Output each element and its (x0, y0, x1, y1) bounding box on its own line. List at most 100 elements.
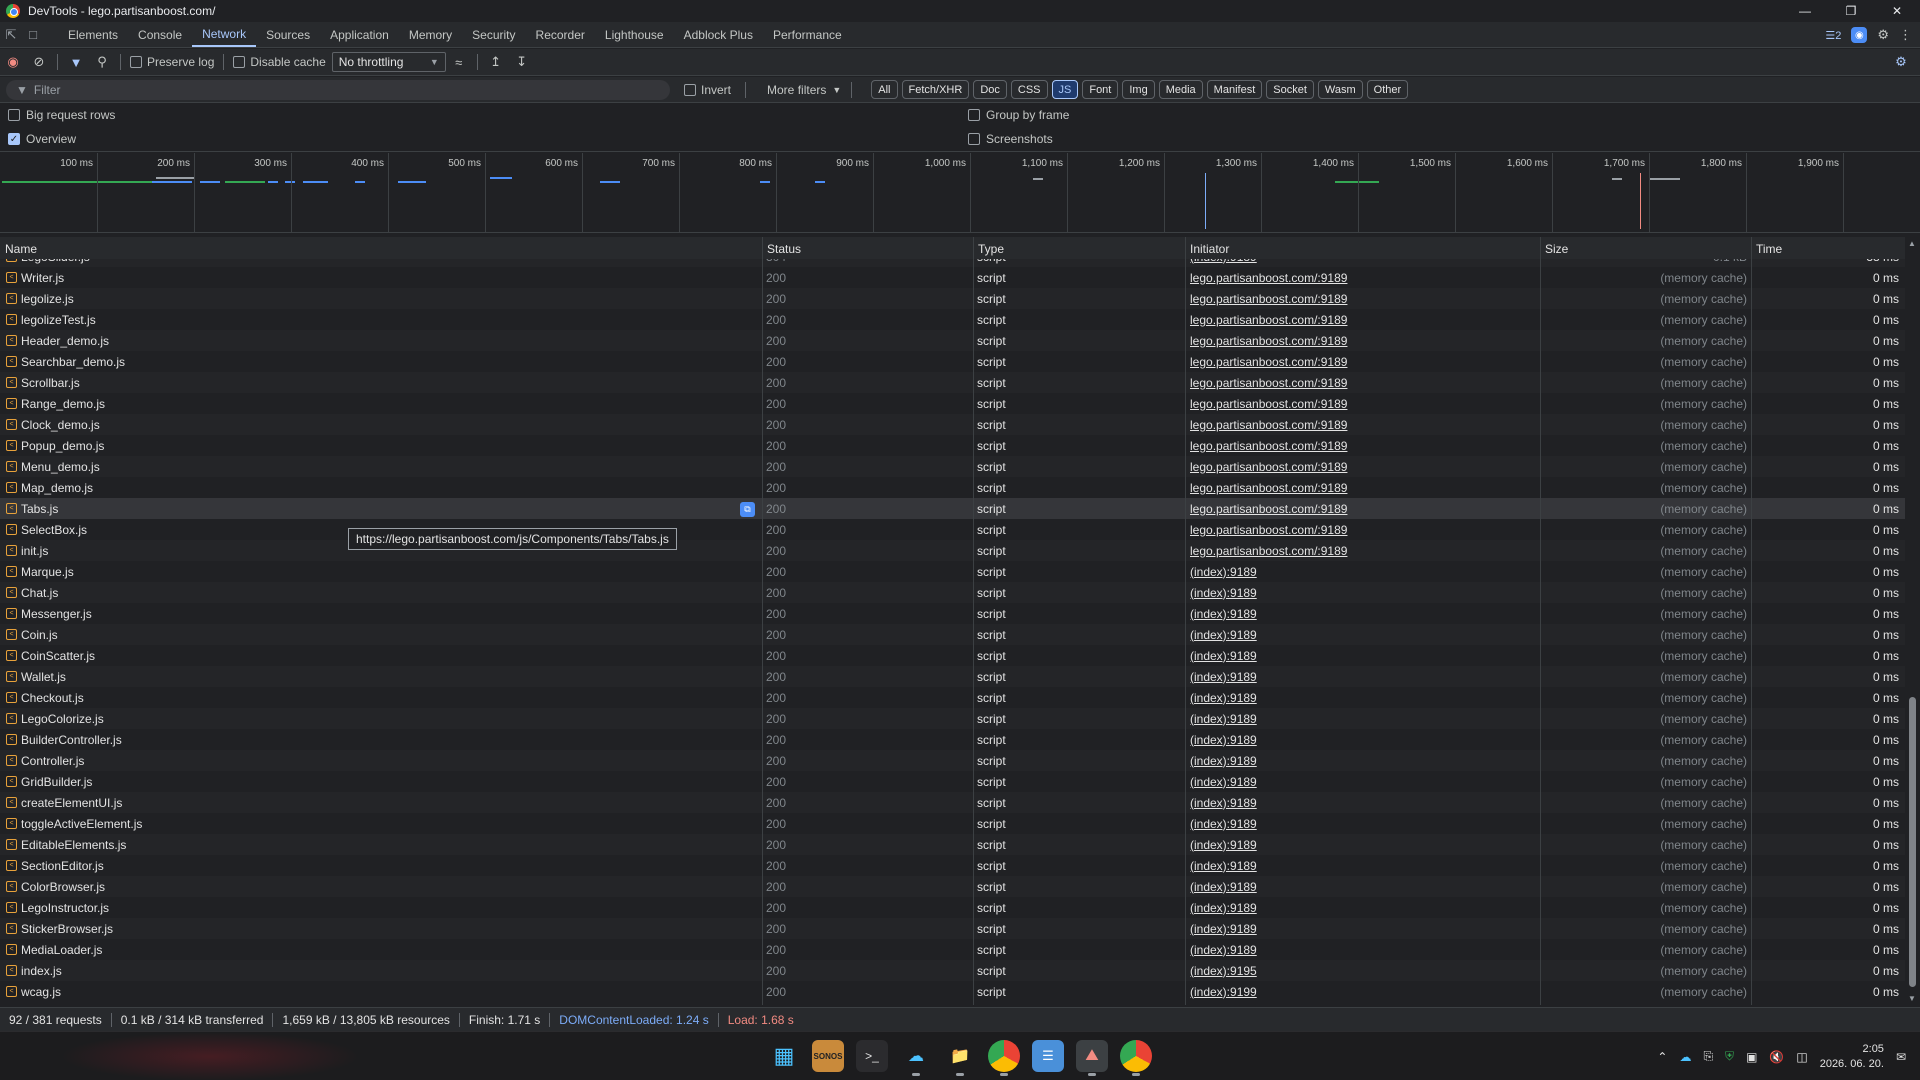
table-row[interactable]: < Messenger.js 200 script (index):9189 (memor… (0, 603, 1905, 624)
screenshots-checkbox[interactable]: Screenshots (968, 132, 1053, 146)
sonos-app-icon[interactable]: SONOS (812, 1040, 844, 1072)
request-initiator[interactable]: (index):9189 (1185, 624, 1540, 645)
overview-box[interactable]: ✓ (8, 133, 20, 145)
chip-all[interactable]: All (871, 80, 898, 99)
chip-css[interactable]: CSS (1010, 80, 1048, 99)
request-name-cell[interactable]: < MediaLoader.js (0, 939, 762, 960)
request-initiator[interactable]: (index):9189 (1185, 561, 1540, 582)
request-initiator[interactable]: (index):9189 (1185, 813, 1540, 834)
system-clock[interactable]: 2:05 2026. 06. 20. (1820, 1042, 1884, 1072)
filter-input[interactable]: ▼ Filter (6, 79, 670, 100)
network-settings-icon[interactable]: ⚙ (1888, 49, 1914, 76)
chrome-icon[interactable] (988, 1040, 1020, 1076)
table-row[interactable]: < MediaLoader.js 200 script (index):9189 (mem… (0, 939, 1905, 960)
chip-font[interactable]: Font (1082, 80, 1119, 99)
preserve-log-checkbox[interactable]: Preserve log (130, 55, 214, 69)
request-name-cell[interactable]: < LegoSlider.js (0, 259, 762, 267)
network-icon[interactable]: ▣ (1746, 1050, 1757, 1064)
table-row[interactable]: < Writer.js 200 script lego.partisanboost.co… (0, 267, 1905, 288)
request-name-cell[interactable]: < StickerBrowser.js (0, 918, 762, 939)
request-initiator[interactable]: (index):9189 (1185, 771, 1540, 792)
table-row[interactable]: < Header_demo.js 200 script lego.partisanboo… (0, 330, 1905, 351)
network-conditions-icon[interactable]: ≈ (446, 49, 472, 76)
request-initiator[interactable]: lego.partisanboost.com/:9189 (1185, 456, 1540, 477)
tab-security[interactable]: Security (462, 22, 525, 47)
request-name-cell[interactable]: < createElementUI.js (0, 792, 762, 813)
table-row[interactable]: < toggleActiveElement.js 200 script (index):… (0, 813, 1905, 834)
request-name-cell[interactable]: < CoinScatter.js (0, 645, 762, 666)
request-initiator[interactable]: lego.partisanboost.com/:9189 (1185, 540, 1540, 561)
table-row[interactable]: < LegoInstructor.js 200 script (index):9189 (… (0, 897, 1905, 918)
maximize-icon[interactable]: ❐ (1828, 0, 1874, 22)
chip-wasm[interactable]: Wasm (1317, 80, 1363, 99)
table-row[interactable]: < init.js 200 script lego.partisanboost.com/… (0, 540, 1905, 561)
big-request-rows-box[interactable] (8, 109, 20, 121)
table-row[interactable]: < Scrollbar.js 200 script lego.partisanboost… (0, 372, 1905, 393)
battery-icon[interactable]: ◫ (1796, 1050, 1807, 1064)
column-header-size[interactable]: Size (1540, 237, 1751, 260)
request-name-cell[interactable]: < Clock_demo.js (0, 414, 762, 435)
request-name-cell[interactable]: < toggleActiveElement.js (0, 813, 762, 834)
table-row[interactable]: < Marque.js 200 script (index):9189 (memory c… (0, 561, 1905, 582)
open-in-sources-icon[interactable]: ⧉ (740, 502, 755, 517)
notifications-icon[interactable]: ✉ (1896, 1050, 1906, 1064)
request-name-cell[interactable]: < Map_demo.js (0, 477, 762, 498)
table-row[interactable]: < GridBuilder.js 200 script (index):9189 (mem… (0, 771, 1905, 792)
disable-cache-box[interactable] (233, 56, 246, 68)
request-initiator[interactable]: lego.partisanboost.com/:9189 (1185, 330, 1540, 351)
start-menu-icon[interactable]: ▦ (768, 1040, 800, 1072)
chrome-devtools-icon[interactable] (1120, 1040, 1152, 1076)
request-initiator[interactable]: (index):9189 (1185, 645, 1540, 666)
record-icon[interactable]: ◉ (0, 49, 26, 76)
clear-icon[interactable]: ⊘ (26, 49, 52, 76)
table-row[interactable]: < Controller.js 200 script (index):9189 (memo… (0, 750, 1905, 771)
usb-icon[interactable]: ⎘ (1703, 1049, 1713, 1064)
tab-application[interactable]: Application (320, 22, 399, 47)
request-initiator[interactable]: lego.partisanboost.com/:9189 (1185, 477, 1540, 498)
scroll-up-icon[interactable]: ▲ (1908, 239, 1916, 248)
export-har-icon[interactable]: ↧ (509, 49, 535, 76)
table-row[interactable]: < LegoSlider.js 304script(index):91890.1 k… (0, 259, 1905, 267)
column-header-time[interactable]: Time (1751, 237, 1903, 260)
request-name-cell[interactable]: < Marque.js (0, 561, 762, 582)
chevron-up-icon[interactable]: ⌃ (1657, 1050, 1667, 1064)
request-name-cell[interactable]: < Messenger.js (0, 603, 762, 624)
table-row[interactable]: < Range_demo.js 200 script lego.partisanboos… (0, 393, 1905, 414)
table-row[interactable]: < Chat.js 200 script (index):9189 (memory cac… (0, 582, 1905, 603)
request-initiator[interactable]: (index):9189 (1185, 834, 1540, 855)
table-row[interactable]: < Coin.js 200 script (index):9189 (memory cac… (0, 624, 1905, 645)
chip-fetch-xhr[interactable]: Fetch/XHR (901, 80, 970, 99)
request-name-cell[interactable]: < index.js (0, 960, 762, 981)
tab-console[interactable]: Console (128, 22, 192, 47)
security-shield-icon[interactable]: ⛨ (1725, 1049, 1734, 1064)
tab-network[interactable]: Network (192, 22, 257, 47)
table-row[interactable]: < Clock_demo.js 200 script lego.partisanboos… (0, 414, 1905, 435)
request-initiator[interactable]: (index):9189 (1185, 918, 1540, 939)
inspect-element-icon[interactable]: ⇱ (0, 22, 22, 47)
issues-badge[interactable]: ☰2 (1825, 29, 1841, 42)
request-initiator[interactable]: (index):9189 (1185, 687, 1540, 708)
import-har-icon[interactable]: ↥ (483, 49, 509, 76)
table-row[interactable]: < createElementUI.js 200 script (index):9189… (0, 792, 1905, 813)
network-overview-timeline[interactable]: 100 ms 200 ms 300 ms 400 ms 500 ms 600 ms 700 … (0, 153, 1920, 233)
search-icon[interactable]: ⚲ (89, 49, 115, 76)
settings-gear-icon[interactable]: ⚙ (1877, 27, 1889, 43)
request-name-cell[interactable]: < BuilderController.js (0, 729, 762, 750)
request-initiator[interactable]: lego.partisanboost.com/:9189 (1185, 498, 1540, 519)
request-name-cell[interactable]: < Menu_demo.js (0, 456, 762, 477)
request-name-cell[interactable]: < LegoColorize.js (0, 708, 762, 729)
request-name-cell[interactable]: < Scrollbar.js (0, 372, 762, 393)
request-initiator[interactable]: (index):9189 (1185, 729, 1540, 750)
request-initiator[interactable]: lego.partisanboost.com/:9189 (1185, 267, 1540, 288)
table-row[interactable]: < Tabs.js 200 script lego.partisanboost.com/… (0, 498, 1905, 519)
request-initiator[interactable]: (index):9195 (1185, 960, 1540, 981)
table-row[interactable]: < SelectBox.js 200 script lego.partisanboost… (0, 519, 1905, 540)
request-name-cell[interactable]: < wcag.js (0, 981, 762, 1002)
request-name-cell[interactable]: < Wallet.js (0, 666, 762, 687)
tab-recorder[interactable]: Recorder (526, 22, 595, 47)
extension-icon[interactable]: ◉ (1851, 27, 1868, 43)
request-name-cell[interactable]: < legolize.js (0, 288, 762, 309)
table-row[interactable]: < SectionEditor.js 200 script (index):9189 (m… (0, 855, 1905, 876)
table-row[interactable]: < CoinScatter.js 200 script (index):9189 (mem… (0, 645, 1905, 666)
minimize-icon[interactable]: — (1782, 0, 1828, 22)
